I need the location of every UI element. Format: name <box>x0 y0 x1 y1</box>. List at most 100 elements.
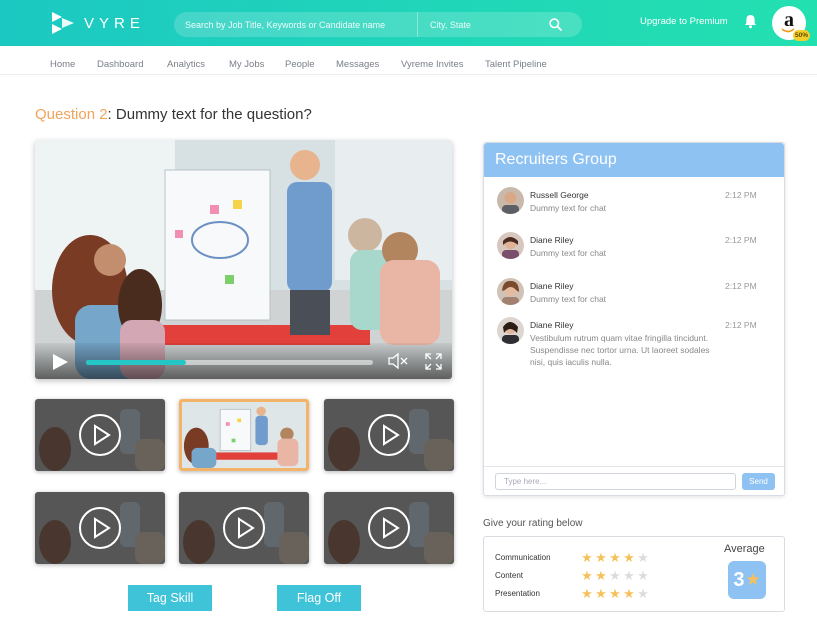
star-icon[interactable]: ★ <box>594 551 608 565</box>
question-text: Dummy text for the question? <box>115 106 312 123</box>
star-rating[interactable]: ★ ★ ★ ★ ★ <box>580 587 650 601</box>
question-heading: Question 2: Dummy text for the question? <box>35 106 312 123</box>
thumbnail-image <box>324 399 454 471</box>
nav-messages[interactable]: Messages <box>336 59 379 70</box>
nav-home[interactable]: Home <box>50 59 75 70</box>
chat-title: Recruiters Group <box>484 143 784 177</box>
star-icon[interactable]: ★ <box>594 587 608 601</box>
star-icon[interactable]: ★ <box>580 569 594 583</box>
star-icon[interactable]: ★ <box>608 587 622 601</box>
nav-talent-pipeline[interactable]: Talent Pipeline <box>485 59 547 70</box>
avatar[interactable] <box>497 232 524 259</box>
star-icon[interactable]: ★ <box>622 551 636 565</box>
star-icon[interactable]: ★ <box>622 587 636 601</box>
rating-row-presentation: Presentation ★ ★ ★ ★ ★ <box>495 587 665 601</box>
message-time: 2:12 PM <box>725 320 757 330</box>
star-icon[interactable]: ★ <box>594 569 608 583</box>
fullscreen-button[interactable] <box>425 353 442 375</box>
play-icon <box>53 354 68 370</box>
video-player[interactable] <box>35 140 452 379</box>
video-thumbnail[interactable] <box>324 399 454 471</box>
rating-row-content: Content ★ ★ ★ ★ ★ <box>495 569 665 583</box>
message-time: 2:12 PM <box>725 235 757 245</box>
search-bar <box>174 12 582 37</box>
profile-avatar[interactable]: a 50% <box>772 6 811 41</box>
top-bar: VYRE Upgrade to Premium a 50% <box>0 0 817 46</box>
video-controls <box>35 343 452 379</box>
rating-title: Give your rating below <box>483 518 583 529</box>
upgrade-link[interactable]: Upgrade to Premium <box>640 16 728 27</box>
average-rating-badge: 3 ★ <box>728 561 766 599</box>
search-input[interactable] <box>174 12 417 37</box>
message-sender: Russell George <box>530 190 589 200</box>
star-icon[interactable]: ★ <box>580 587 594 601</box>
bell-icon <box>745 15 756 29</box>
nav-vyreme-invites[interactable]: Vyreme Invites <box>401 59 463 70</box>
nav-my-jobs[interactable]: My Jobs <box>229 59 264 70</box>
video-thumbnail-selected[interactable] <box>179 399 309 471</box>
chat-message: Diane Riley Vestibulum rutrum quam vitae… <box>497 317 777 367</box>
average-label: Average <box>724 543 765 555</box>
video-thumbnail[interactable] <box>35 492 165 564</box>
video-progress-fill <box>86 360 187 365</box>
star-icon[interactable]: ★ <box>636 569 650 583</box>
flag-off-button[interactable]: Flag Off <box>277 585 361 611</box>
tag-skill-button[interactable]: Tag Skill <box>128 585 212 611</box>
recruiters-chat-panel: Recruiters Group Russell George Dummy te… <box>483 142 785 496</box>
logo-text: VYRE <box>84 14 145 32</box>
play-button[interactable] <box>52 354 68 375</box>
notifications-button[interactable] <box>744 14 757 34</box>
star-icon[interactable]: ★ <box>636 551 650 565</box>
message-text: Dummy text for chat <box>530 203 607 213</box>
star-rating[interactable]: ★ ★ ★ ★ ★ <box>580 569 650 583</box>
star-icon[interactable]: ★ <box>580 551 594 565</box>
message-text: Dummy text for chat <box>530 248 607 258</box>
video-thumbnail[interactable] <box>35 399 165 471</box>
thumbnail-image <box>35 399 165 471</box>
chat-message: Diane Riley Dummy text for chat 2:12 PM <box>497 232 777 262</box>
thumbnail-image <box>324 492 454 564</box>
vyre-logo[interactable]: VYRE <box>50 10 145 36</box>
avatar[interactable] <box>497 187 524 214</box>
thumbnail-image <box>182 402 306 468</box>
chat-messages[interactable]: Russell George Dummy text for chat 2:12 … <box>484 177 784 467</box>
avatar[interactable] <box>497 278 524 305</box>
rating-panel: Communication ★ ★ ★ ★ ★ Content ★ ★ ★ ★ ★ Presen… <box>483 536 785 612</box>
star-icon[interactable]: ★ <box>636 587 650 601</box>
average-value: 3 <box>733 568 745 591</box>
profile-completion-badge: 50% <box>793 30 811 41</box>
send-button[interactable]: Send <box>742 473 775 490</box>
video-thumbnail[interactable] <box>324 492 454 564</box>
star-icon[interactable]: ★ <box>622 569 636 583</box>
message-text: Dummy text for chat <box>530 294 607 304</box>
star-icon[interactable]: ★ <box>608 551 622 565</box>
star-rating[interactable]: ★ ★ ★ ★ ★ <box>580 551 650 565</box>
video-thumbnail[interactable] <box>179 492 309 564</box>
city-input[interactable] <box>418 12 528 37</box>
nav-analytics[interactable]: Analytics <box>167 59 205 70</box>
message-sender: Diane Riley <box>530 281 574 291</box>
message-text: Vestibulum rutrum quam vitae fringilla t… <box>530 333 710 367</box>
mute-icon <box>388 352 408 370</box>
search-button[interactable] <box>528 12 582 37</box>
avatar[interactable] <box>497 317 524 344</box>
thumbnail-image <box>179 492 309 564</box>
nav-people[interactable]: People <box>285 59 315 70</box>
rating-label: Communication <box>495 553 551 562</box>
message-time: 2:12 PM <box>725 281 757 291</box>
video-progress-bar[interactable] <box>86 360 373 365</box>
chat-message: Russell George Dummy text for chat 2:12 … <box>497 187 777 217</box>
rating-label: Content <box>495 571 524 580</box>
chat-input[interactable] <box>495 473 736 490</box>
message-sender: Diane Riley <box>530 235 574 245</box>
mute-button[interactable] <box>388 352 408 374</box>
question-label: Question 2 <box>35 106 108 123</box>
star-icon[interactable]: ★ <box>608 569 622 583</box>
question-separator: : <box>107 106 112 123</box>
nav-dashboard[interactable]: Dashboard <box>97 59 143 70</box>
thumbnail-image <box>35 492 165 564</box>
rating-row-communication: Communication ★ ★ ★ ★ ★ <box>495 551 665 565</box>
search-icon <box>548 18 562 31</box>
fullscreen-icon <box>425 353 442 370</box>
rating-label: Presentation <box>495 589 540 598</box>
